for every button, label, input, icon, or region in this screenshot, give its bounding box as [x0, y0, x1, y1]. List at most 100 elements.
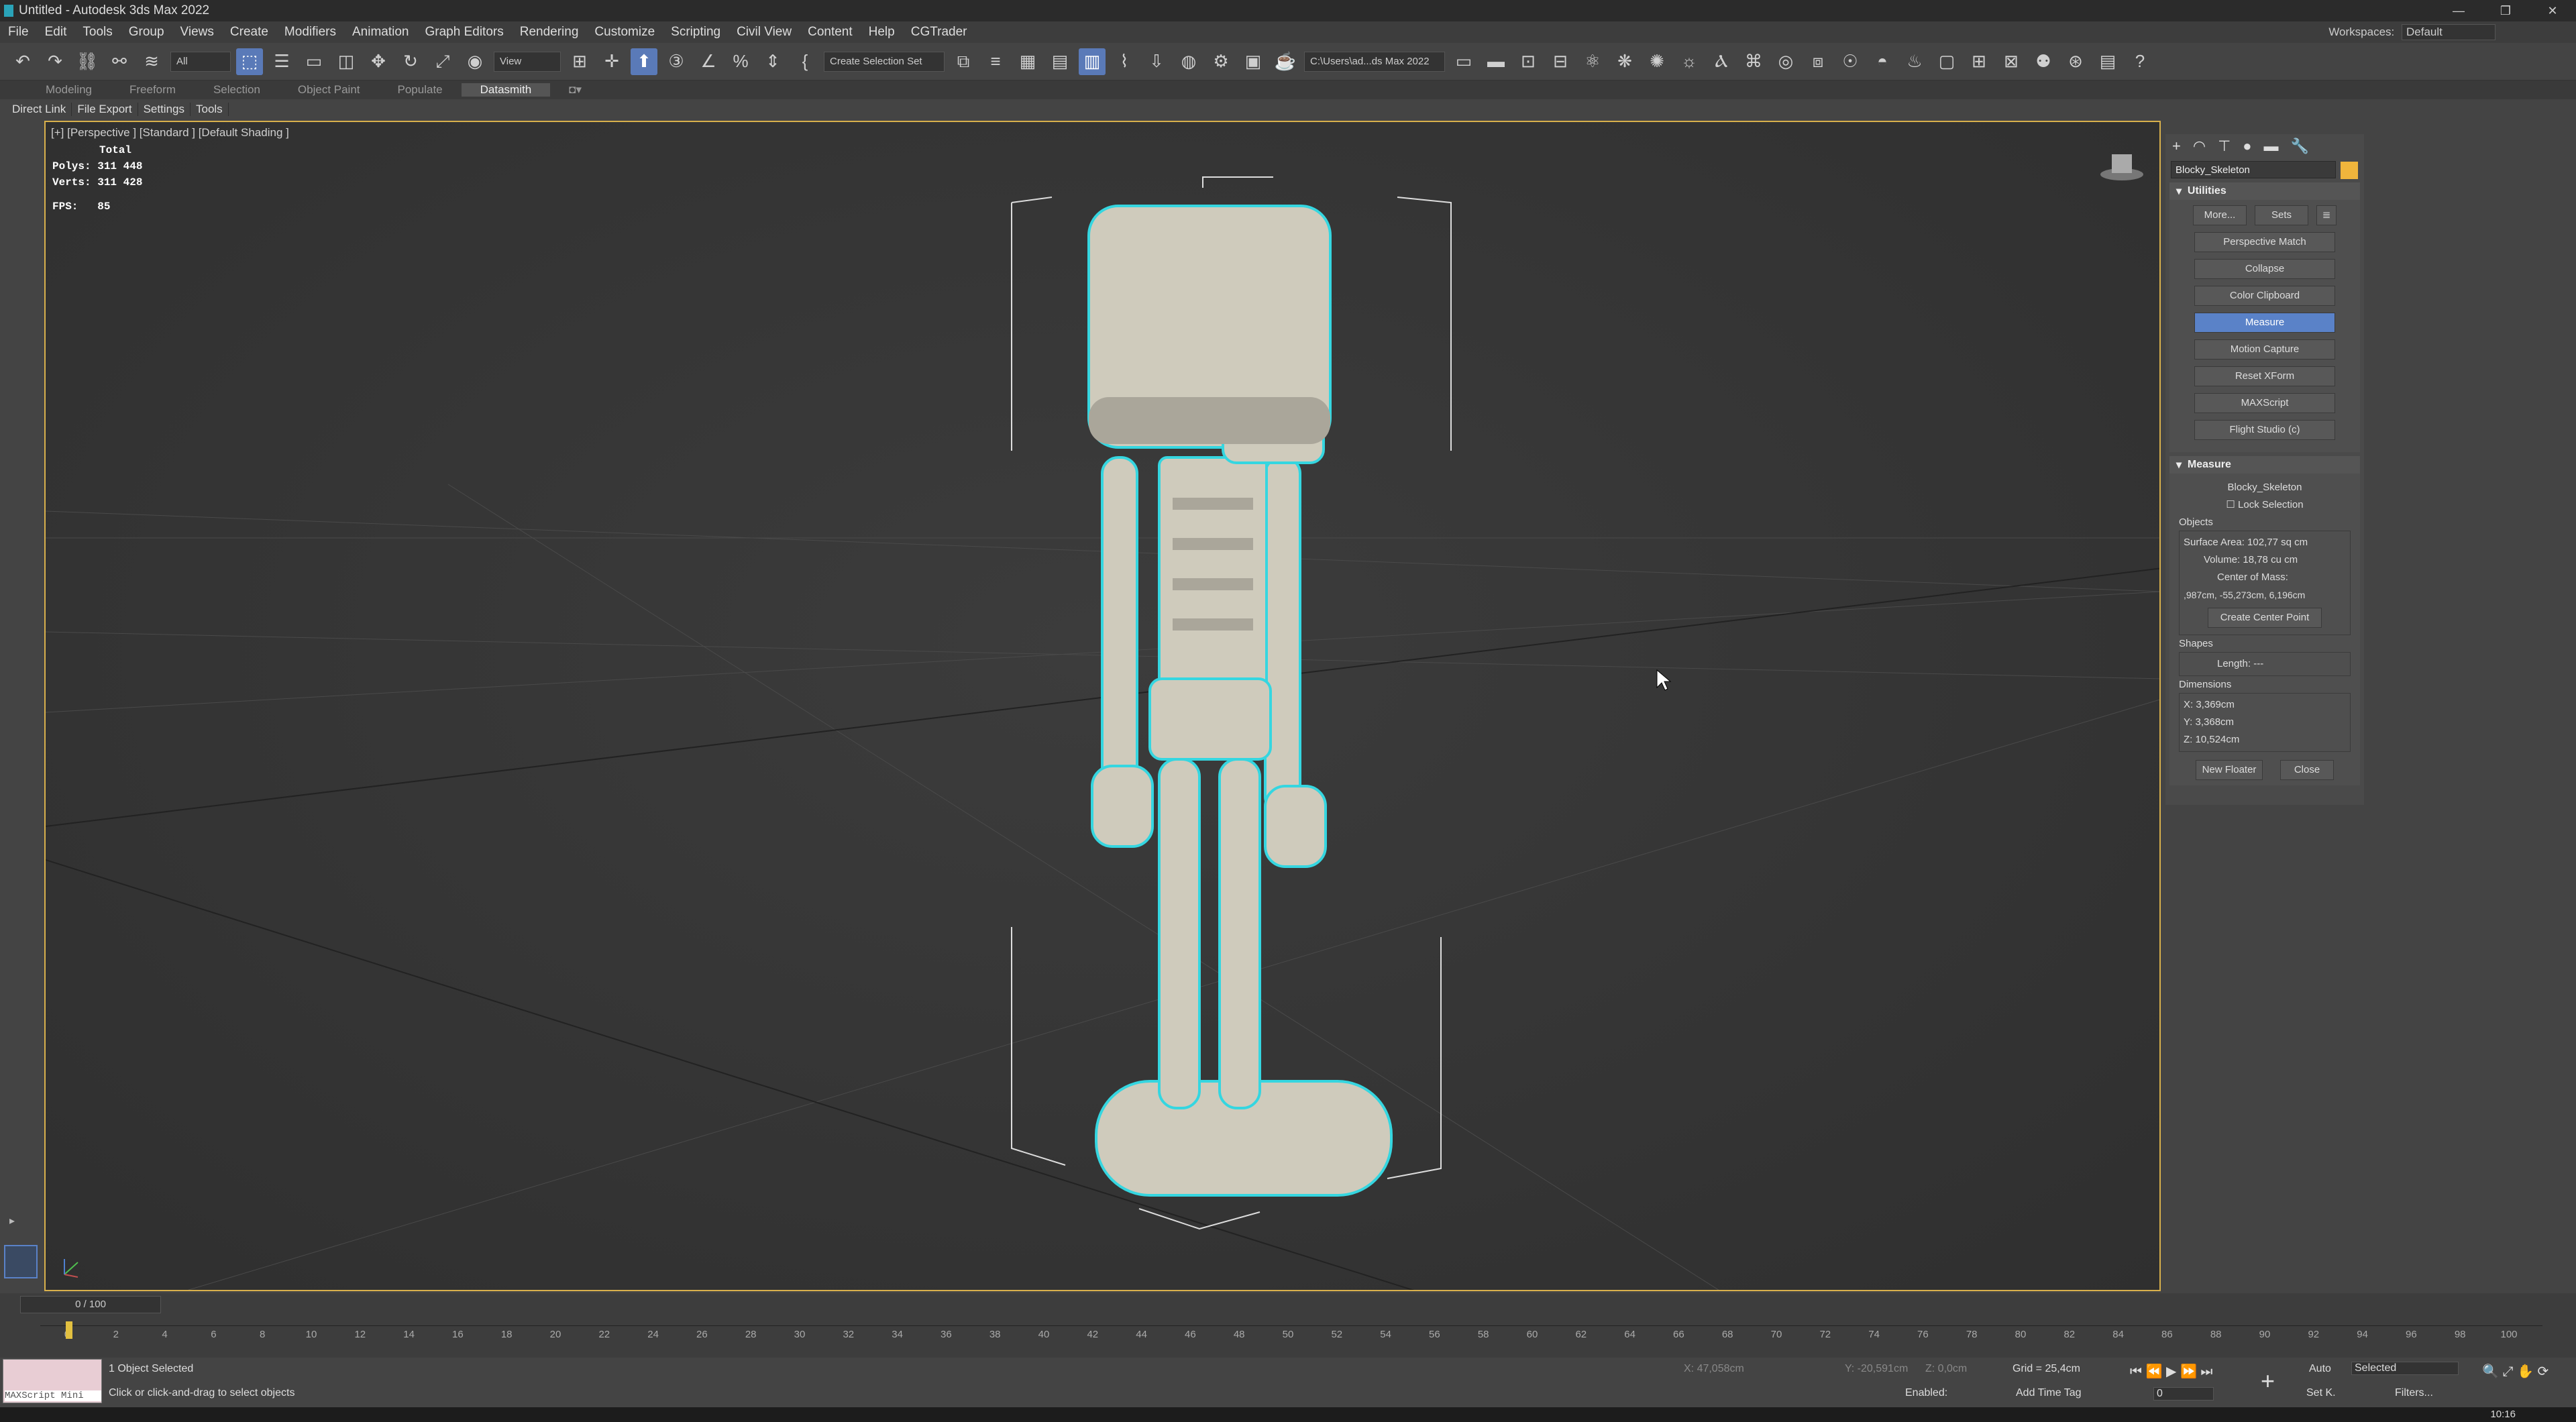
viewcube-icon[interactable]: [2100, 154, 2143, 180]
bulb-icon[interactable]: ♨: [1901, 48, 1928, 75]
coord-x[interactable]: X: 47,058cm: [1684, 1363, 1744, 1375]
ribbon-options-icon[interactable]: ◘▾: [550, 83, 600, 97]
walkthrough-icon[interactable]: ⚉: [2030, 48, 2057, 75]
render-icon[interactable]: ☕: [1272, 48, 1299, 75]
workspaces-dropdown[interactable]: Default: [2402, 24, 2496, 40]
environment-icon[interactable]: ◓: [1869, 48, 1896, 75]
named-selection-set-dropdown[interactable]: Create Selection Set: [824, 51, 945, 72]
menu-civil-view[interactable]: Civil View: [729, 25, 800, 40]
tab-selection[interactable]: Selection: [195, 83, 279, 97]
mirror-icon[interactable]: ⧉: [950, 48, 977, 75]
create-panel-icon[interactable]: +: [2172, 138, 2181, 155]
reset-xform-button[interactable]: Reset XForm: [2194, 366, 2335, 386]
more-button[interactable]: More...: [2193, 205, 2247, 225]
place-icon[interactable]: ◉: [462, 48, 488, 75]
viewport-label[interactable]: [+] [Perspective ] [Standard ] [Default …: [51, 126, 289, 140]
key-filters-button[interactable]: Filters...: [2395, 1387, 2433, 1399]
bind-spacewarp-icon[interactable]: ≋: [138, 48, 165, 75]
grid-icon[interactable]: ⊠: [1998, 48, 2025, 75]
menu-animation[interactable]: Animation: [344, 25, 417, 40]
project-folder-dropdown[interactable]: C:\Users\ad...ds Max 2022: [1304, 51, 1445, 72]
arnold-icon[interactable]: Ⲁ: [1708, 48, 1735, 75]
configure-sets-icon[interactable]: ≣: [2316, 205, 2337, 225]
particle-view-icon[interactable]: ⚛: [1579, 48, 1606, 75]
fluid-icon[interactable]: ◎: [1772, 48, 1799, 75]
current-frame-field[interactable]: 0: [2153, 1387, 2214, 1401]
select-object-icon[interactable]: ⬚: [236, 48, 263, 75]
curve-editor-icon[interactable]: ⌇: [1111, 48, 1138, 75]
percent-snap-icon[interactable]: %: [727, 48, 754, 75]
rotate-icon[interactable]: ↻: [397, 48, 424, 75]
coord-y[interactable]: Y: -20,591cm: [1845, 1363, 1908, 1375]
collapse-button[interactable]: Collapse: [2194, 259, 2335, 279]
menu-edit[interactable]: Edit: [37, 25, 75, 40]
utilities-rollout-header[interactable]: ▾ Utilities: [2169, 182, 2360, 200]
object-color-swatch[interactable]: [2341, 162, 2358, 179]
cgtrader-icon[interactable]: ⊛: [2062, 48, 2089, 75]
open-icon[interactable]: ▭: [1450, 48, 1477, 75]
tab-modeling[interactable]: Modeling: [27, 83, 111, 97]
select-by-name-icon[interactable]: ☰: [268, 48, 295, 75]
menu-help[interactable]: Help: [861, 25, 903, 40]
menu-rendering[interactable]: Rendering: [512, 25, 587, 40]
menu-modifiers[interactable]: Modifiers: [276, 25, 344, 40]
auto-key-button[interactable]: Auto: [2309, 1363, 2331, 1375]
undo-icon[interactable]: ↶: [9, 48, 36, 75]
move-icon[interactable]: ✥: [365, 48, 392, 75]
light-lister-icon[interactable]: ☼: [1676, 48, 1703, 75]
motion-panel-icon[interactable]: ●: [2243, 138, 2251, 155]
current-frame-marker[interactable]: [66, 1321, 72, 1339]
motion-capture-button[interactable]: Motion Capture: [2194, 339, 2335, 360]
save-icon[interactable]: ▬: [1483, 48, 1509, 75]
tab-freeform[interactable]: Freeform: [111, 83, 195, 97]
playback-controls[interactable]: ⏮ ⏪ ▶ ⏩ ⏭: [2130, 1363, 2212, 1380]
selection-filter-dropdown[interactable]: All: [170, 51, 231, 72]
menu-graph-editors[interactable]: Graph Editors: [417, 25, 512, 40]
teapot-icon[interactable]: ☉: [1837, 48, 1864, 75]
minimize-button[interactable]: —: [2435, 0, 2482, 21]
camera-icon[interactable]: ▢: [1933, 48, 1960, 75]
scale-icon[interactable]: ⤢: [429, 48, 456, 75]
color-clipboard-button[interactable]: Color Clipboard: [2194, 286, 2335, 306]
set-key-button[interactable]: Set K.: [2306, 1387, 2336, 1399]
key-filter-dropdown[interactable]: Selected: [2351, 1362, 2459, 1375]
maxscript-button[interactable]: MAXScript: [2194, 393, 2335, 413]
set-key-icon[interactable]: +: [2261, 1367, 2275, 1395]
measure-rollout-header[interactable]: ▾ Measure: [2169, 456, 2360, 474]
spinner-snap-icon[interactable]: ⇕: [759, 48, 786, 75]
flight-studio-button[interactable]: Flight Studio (c): [2194, 420, 2335, 440]
maxscript-mini-listener[interactable]: MAXScript Mini: [3, 1359, 102, 1403]
layout-preset-icon[interactable]: [4, 1245, 38, 1278]
angle-snap-icon[interactable]: ∠: [695, 48, 722, 75]
sets-button[interactable]: Sets: [2255, 205, 2308, 225]
display-panel-icon[interactable]: ▬: [2264, 138, 2279, 155]
menu-tools[interactable]: Tools: [74, 25, 120, 40]
export-icon[interactable]: ⊟: [1547, 48, 1574, 75]
link-icon[interactable]: ⛓: [74, 48, 101, 75]
scene-explorer-icon[interactable]: ▦: [1014, 48, 1041, 75]
time-slider[interactable]: 0 / 100: [20, 1296, 161, 1313]
rendered-frame-icon[interactable]: ▣: [1240, 48, 1267, 75]
render-region-icon[interactable]: ⧈: [1805, 48, 1831, 75]
subtab-direct-link[interactable]: Direct Link: [7, 103, 72, 116]
track-bar[interactable]: 0246810121416182022242628303234363840424…: [40, 1325, 2542, 1352]
tab-object-paint[interactable]: Object Paint: [279, 83, 379, 97]
edit-named-sets-icon[interactable]: {: [792, 48, 818, 75]
create-center-point-button[interactable]: Create Center Point: [2208, 608, 2322, 628]
close-window-button[interactable]: ✕: [2529, 0, 2576, 21]
lock-selection-checkbox[interactable]: ☐ Lock Selection: [2169, 496, 2360, 514]
tab-populate[interactable]: Populate: [379, 83, 462, 97]
tab-datasmith[interactable]: Datasmith: [461, 83, 551, 97]
perspective-match-button[interactable]: Perspective Match: [2194, 232, 2335, 252]
track-view-icon[interactable]: ❋: [1611, 48, 1638, 75]
layer-explorer-icon[interactable]: ▤: [1046, 48, 1073, 75]
add-time-tag[interactable]: Add Time Tag: [2016, 1387, 2082, 1399]
menu-scripting[interactable]: Scripting: [663, 25, 729, 40]
close-measure-button[interactable]: Close: [2280, 760, 2334, 780]
menu-create[interactable]: Create: [222, 25, 276, 40]
modify-panel-icon[interactable]: ◠: [2193, 138, 2206, 155]
coord-z[interactable]: Z: 0,0cm: [1925, 1363, 1967, 1375]
hierarchy-panel-icon[interactable]: ⊤: [2218, 138, 2231, 155]
subtab-settings[interactable]: Settings: [138, 103, 191, 116]
script-listener-icon[interactable]: ▤: [2094, 48, 2121, 75]
